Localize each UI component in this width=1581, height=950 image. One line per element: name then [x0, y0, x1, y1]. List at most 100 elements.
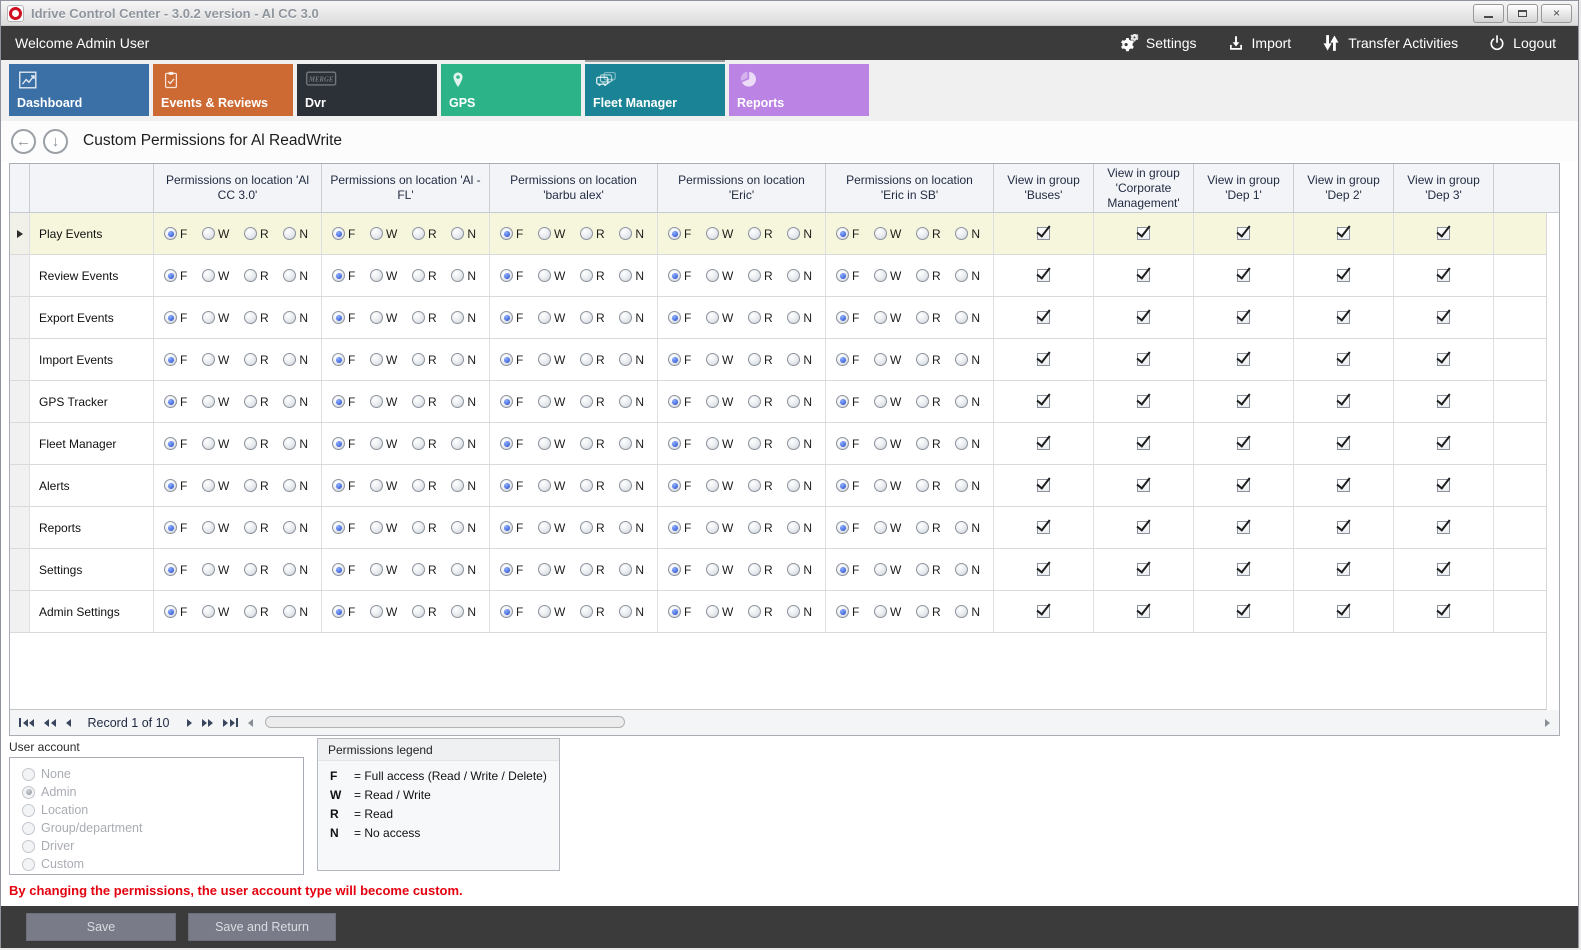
- permission-radio-option-n[interactable]: N: [955, 479, 980, 493]
- permission-radio-option-r[interactable]: R: [412, 437, 437, 451]
- nav-prev-button[interactable]: [61, 710, 76, 735]
- permission-radio-option-f[interactable]: F: [668, 353, 691, 367]
- view-group-checkbox[interactable]: [1437, 521, 1450, 534]
- permission-radio-option-n[interactable]: N: [283, 227, 308, 241]
- permission-radio-option-r[interactable]: R: [916, 395, 941, 409]
- radio-icon[interactable]: [619, 353, 632, 366]
- permission-radio-option-w[interactable]: W: [874, 563, 901, 577]
- view-group-checkbox[interactable]: [1137, 395, 1150, 408]
- table-row[interactable]: ReportsFWRNFWRNFWRNFWRNFWRN: [10, 507, 1559, 549]
- view-group-checkbox[interactable]: [1237, 437, 1250, 450]
- down-button[interactable]: ↓: [43, 129, 68, 154]
- radio-icon[interactable]: [244, 563, 257, 576]
- view-group-checkbox[interactable]: [1337, 521, 1350, 534]
- permission-radio-option-f[interactable]: F: [164, 479, 187, 493]
- import-menu-item[interactable]: Import: [1227, 34, 1292, 52]
- permission-radio-option-r[interactable]: R: [244, 395, 269, 409]
- permission-radio-option-r[interactable]: R: [916, 227, 941, 241]
- radio-icon[interactable]: [916, 479, 929, 492]
- view-group-checkbox[interactable]: [1137, 605, 1150, 618]
- radio-icon[interactable]: [451, 395, 464, 408]
- transfer-activities-menu-item[interactable]: Transfer Activities: [1321, 33, 1458, 53]
- permission-radio-option-f[interactable]: F: [164, 437, 187, 451]
- radio-icon[interactable]: [538, 437, 551, 450]
- radio-icon[interactable]: [580, 395, 593, 408]
- permission-radio-option-w[interactable]: W: [202, 395, 229, 409]
- radio-icon[interactable]: [955, 437, 968, 450]
- radio-icon[interactable]: [412, 269, 425, 282]
- radio-selected-icon[interactable]: [332, 269, 345, 282]
- permission-radio-option-f[interactable]: F: [164, 311, 187, 325]
- view-group-checkbox[interactable]: [1237, 269, 1250, 282]
- radio-selected-icon[interactable]: [836, 437, 849, 450]
- radio-icon[interactable]: [244, 227, 257, 240]
- permission-radio-option-r[interactable]: R: [580, 437, 605, 451]
- table-row[interactable]: Export EventsFWRNFWRNFWRNFWRNFWRN: [10, 297, 1559, 339]
- radio-icon[interactable]: [874, 353, 887, 366]
- radio-selected-icon[interactable]: [164, 395, 177, 408]
- permission-radio-option-f[interactable]: F: [332, 269, 355, 283]
- permission-radio-option-f[interactable]: F: [332, 437, 355, 451]
- radio-icon[interactable]: [916, 269, 929, 282]
- permission-radio-option-r[interactable]: R: [244, 479, 269, 493]
- permission-radio-option-r[interactable]: R: [748, 227, 773, 241]
- radio-icon[interactable]: [412, 563, 425, 576]
- radio-icon[interactable]: [283, 563, 296, 576]
- radio-selected-icon[interactable]: [164, 437, 177, 450]
- tab-reports[interactable]: Reports: [729, 64, 869, 116]
- radio-icon[interactable]: [202, 353, 215, 366]
- permission-radio-option-r[interactable]: R: [244, 437, 269, 451]
- permission-radio-option-r[interactable]: R: [412, 395, 437, 409]
- radio-icon[interactable]: [451, 605, 464, 618]
- view-group-checkbox[interactable]: [1237, 227, 1250, 240]
- table-row[interactable]: AlertsFWRNFWRNFWRNFWRNFWRN: [10, 465, 1559, 507]
- radio-selected-icon[interactable]: [500, 395, 513, 408]
- radio-icon[interactable]: [619, 479, 632, 492]
- permission-radio-option-n[interactable]: N: [955, 563, 980, 577]
- radio-icon[interactable]: [580, 227, 593, 240]
- radio-icon[interactable]: [706, 437, 719, 450]
- radio-icon[interactable]: [202, 395, 215, 408]
- permission-radio-option-r[interactable]: R: [916, 563, 941, 577]
- permission-radio-option-f[interactable]: F: [668, 311, 691, 325]
- permission-radio-option-w[interactable]: W: [538, 311, 565, 325]
- permission-radio-option-n[interactable]: N: [955, 269, 980, 283]
- permission-radio-option-r[interactable]: R: [244, 353, 269, 367]
- permission-radio-option-f[interactable]: F: [836, 353, 859, 367]
- permission-radio-option-r[interactable]: R: [916, 479, 941, 493]
- permission-radio-option-n[interactable]: N: [451, 437, 476, 451]
- nav-prev-page-button[interactable]: [39, 710, 61, 735]
- radio-icon[interactable]: [955, 227, 968, 240]
- permission-radio-option-r[interactable]: R: [580, 353, 605, 367]
- permission-radio-option-f[interactable]: F: [332, 521, 355, 535]
- permission-radio-option-n[interactable]: N: [451, 311, 476, 325]
- view-group-checkbox[interactable]: [1437, 605, 1450, 618]
- permission-radio-option-r[interactable]: R: [412, 521, 437, 535]
- radio-selected-icon[interactable]: [164, 605, 177, 618]
- permission-radio-option-n[interactable]: N: [787, 311, 812, 325]
- radio-icon[interactable]: [202, 227, 215, 240]
- horizontal-scrollbar-track[interactable]: [263, 716, 1535, 729]
- permission-radio-option-f[interactable]: F: [164, 521, 187, 535]
- view-group-checkbox[interactable]: [1137, 563, 1150, 576]
- permission-radio-option-r[interactable]: R: [748, 437, 773, 451]
- permission-radio-option-r[interactable]: R: [748, 605, 773, 619]
- permission-radio-option-f[interactable]: F: [332, 605, 355, 619]
- radio-selected-icon[interactable]: [332, 353, 345, 366]
- radio-selected-icon[interactable]: [164, 521, 177, 534]
- permission-radio-option-f[interactable]: F: [164, 269, 187, 283]
- radio-icon[interactable]: [706, 227, 719, 240]
- view-group-checkbox[interactable]: [1437, 395, 1450, 408]
- permission-radio-option-w[interactable]: W: [874, 605, 901, 619]
- radio-icon[interactable]: [874, 605, 887, 618]
- radio-icon[interactable]: [619, 605, 632, 618]
- view-group-checkbox[interactable]: [1337, 227, 1350, 240]
- radio-icon[interactable]: [451, 437, 464, 450]
- radio-icon[interactable]: [955, 479, 968, 492]
- radio-icon[interactable]: [619, 311, 632, 324]
- table-row[interactable]: Play EventsFWRNFWRNFWRNFWRNFWRN: [10, 213, 1559, 255]
- view-group-checkbox[interactable]: [1437, 353, 1450, 366]
- permission-radio-option-w[interactable]: W: [706, 227, 733, 241]
- radio-selected-icon[interactable]: [332, 311, 345, 324]
- permission-radio-option-f[interactable]: F: [836, 269, 859, 283]
